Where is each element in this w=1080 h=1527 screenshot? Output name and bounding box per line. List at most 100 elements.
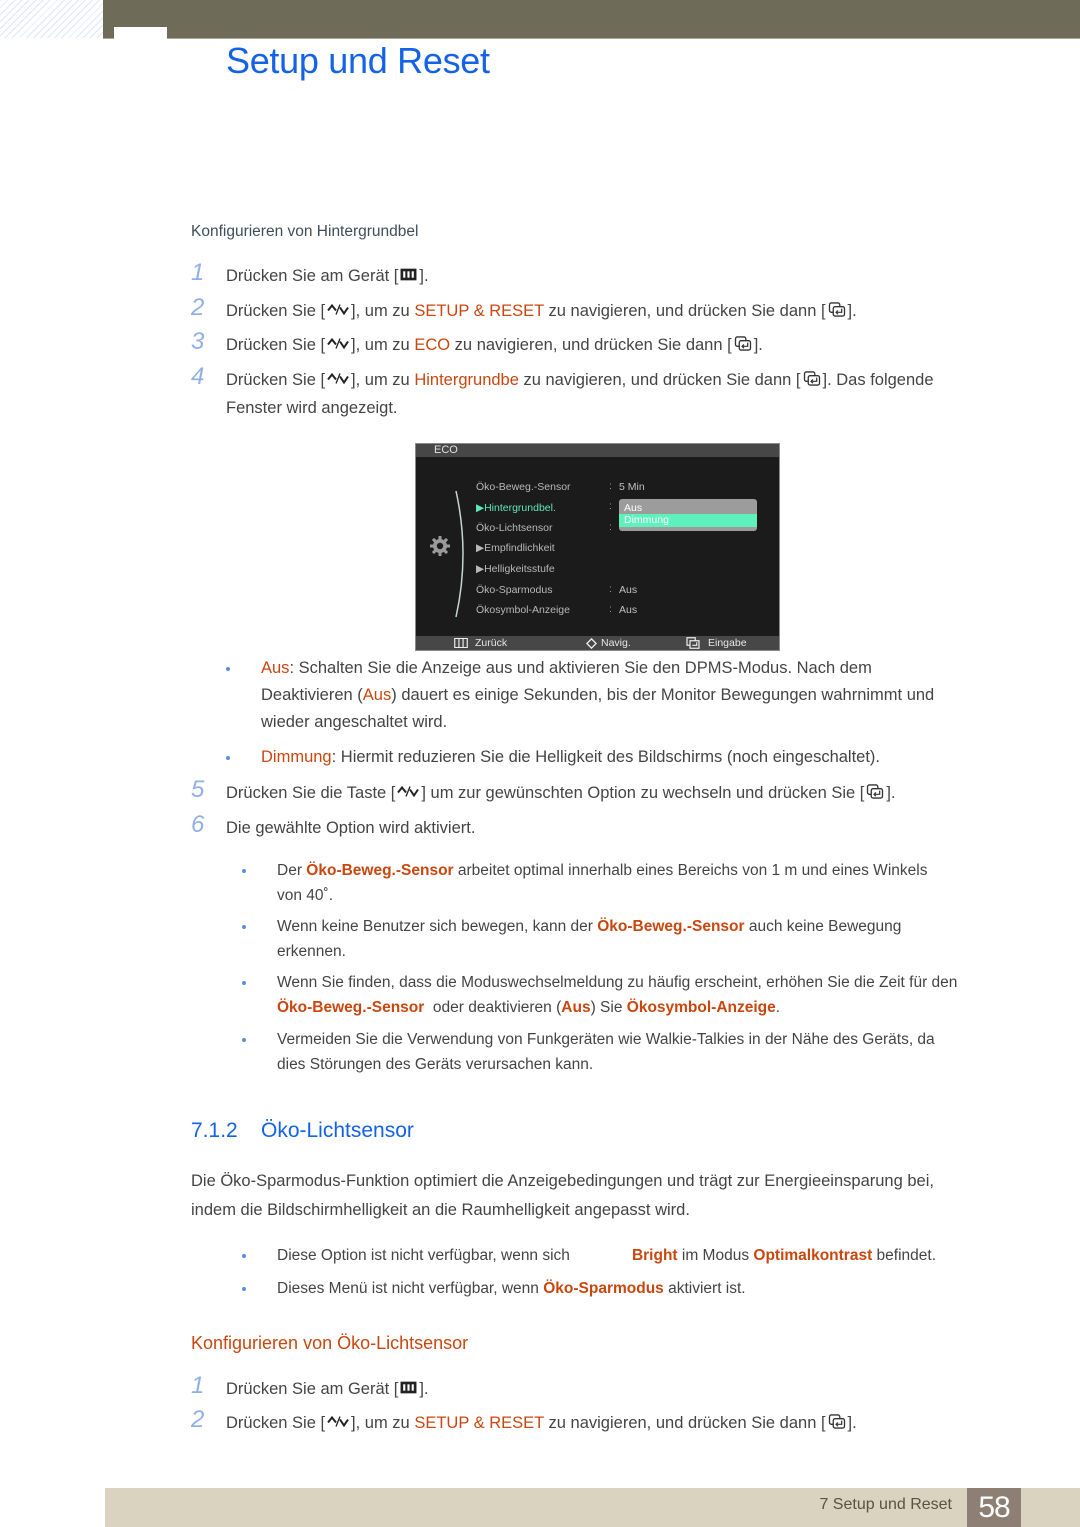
step-text: Drücken Sie die Taste [ bbox=[226, 784, 396, 802]
step-text: Drücken Sie [ bbox=[226, 302, 326, 320]
osd-option-label: Dimmung bbox=[624, 514, 669, 526]
intro-paragraph: Die Öko-Sparmodus-Funktion optimiert die… bbox=[191, 1167, 1011, 1225]
term-aus: Aus bbox=[362, 686, 392, 704]
up-down-key-icon bbox=[327, 302, 349, 317]
osd-gear-icon bbox=[430, 536, 450, 556]
header-tab-marker bbox=[114, 27, 167, 39]
up-down-key-icon bbox=[327, 336, 349, 351]
footer-chapter-label: 7 Setup und Reset bbox=[819, 1496, 952, 1513]
osd-row-hintergrundbel: ▶Hintergrundbel. bbox=[476, 501, 556, 515]
note-text: dies Störungen des Geräts verursachen ka… bbox=[277, 1056, 594, 1073]
paragraph-line: indem die Bildschirmhelligkeit an die Ra… bbox=[191, 1201, 690, 1219]
osd-row-okosymbol-anzeige: Ökosymbol-Anzeige bbox=[476, 603, 570, 617]
osd-row-helligkeitsstufe: ▶Helligkeitsstufe bbox=[476, 562, 555, 576]
section-title: Öko-Lichtsensor bbox=[261, 1119, 414, 1142]
bullet-text: ) dauert es einige Sekunden, bis der Mon… bbox=[391, 686, 935, 704]
step-text: ]. bbox=[886, 784, 896, 802]
bullet-text: wieder angeschaltet wird. bbox=[261, 713, 448, 731]
header-bar bbox=[103, 0, 1080, 39]
step-text: Drücken Sie [ bbox=[226, 371, 326, 389]
section-heading-oko-lichtsensor: 7.1.2 Öko-Lichtsensor bbox=[191, 1119, 414, 1143]
step-text: ] um zur gewünschten Option zu wechseln … bbox=[421, 784, 865, 802]
paragraph-line: Die Öko-Sparmodus-Funktion optimiert die… bbox=[191, 1172, 934, 1190]
subheading-oko-lichtsensor: Konfigurieren von Öko-Lichtsensor bbox=[191, 1333, 469, 1353]
menu-key-icon bbox=[400, 1380, 417, 1395]
bullet-text: : Schalten Sie die Anzeige aus und aktiv… bbox=[289, 659, 872, 677]
chapter-title: Setup und Reset bbox=[226, 40, 490, 81]
step-text: ]. Das folgende bbox=[822, 371, 934, 389]
step-text: zu navigieren, und drücken Sie dann [ bbox=[543, 302, 826, 320]
osd-footer-navig: Navig. bbox=[601, 637, 631, 649]
highlight-eco: ECO bbox=[414, 336, 451, 354]
term-oko-beweg-sensor: Öko-Beweg.-Sensor bbox=[306, 862, 454, 879]
note-text: aktiviert ist. bbox=[663, 1280, 746, 1297]
note-text: Der bbox=[277, 862, 307, 879]
osd-footer-eingabe: Eingabe bbox=[708, 637, 747, 649]
step-text: Drücken Sie am Gerät [ bbox=[226, 1380, 399, 1398]
note-text: ) Sie bbox=[590, 999, 627, 1016]
highlight-setup-reset: SETUP & RESET bbox=[414, 1414, 544, 1432]
bullet-dot-icon bbox=[242, 1254, 246, 1258]
step-number: 6 bbox=[191, 811, 205, 838]
step-text: ]. bbox=[419, 267, 429, 285]
osd-row-label: Helligkeitsstufe bbox=[484, 563, 555, 575]
term-aus: Aus bbox=[261, 659, 290, 677]
step-text: ], um zu bbox=[351, 371, 415, 389]
subheading-hintergrundbel: Konfigurieren von Hintergrundbel bbox=[191, 223, 419, 240]
osd-dropdown: Aus Dimmung bbox=[619, 499, 757, 531]
step-text: zu navigieren, und drücken Sie dann [ bbox=[518, 371, 801, 389]
osd-row-empfindlichkeit: ▶Empfindlichkeit bbox=[476, 541, 555, 555]
osd-title: ECO bbox=[434, 444, 458, 456]
osd-colon: : bbox=[609, 583, 612, 595]
osd-title-bar: ECO bbox=[416, 444, 779, 457]
note-text: im Modus bbox=[677, 1247, 754, 1264]
menu-key-icon bbox=[400, 267, 417, 282]
osd-row-label: Öko-Sparmodus bbox=[476, 584, 553, 596]
osd-row-label: Hintergrundbel. bbox=[484, 502, 556, 514]
enter-key-icon bbox=[734, 336, 752, 351]
step-number: 1 bbox=[191, 259, 205, 286]
osd-row-oko-sparmodus: Öko-Sparmodus bbox=[476, 583, 552, 597]
up-down-key-icon bbox=[327, 1414, 349, 1429]
osd-option-dimmung: Dimmung bbox=[619, 514, 757, 527]
term-oko-sparmodus: Öko-Sparmodus bbox=[543, 1280, 664, 1297]
step-number: 5 bbox=[191, 776, 205, 803]
enter-key-icon bbox=[803, 371, 821, 386]
osd-footer-back: Zurück bbox=[475, 637, 508, 649]
bullet-text: : Hiermit reduzieren Sie die Helligkeit … bbox=[331, 748, 881, 766]
step-text: Drücken Sie am Gerät [ bbox=[226, 267, 399, 285]
osd-row-label: Ökosymbol-Anzeige bbox=[476, 604, 570, 616]
highlight-hintergrundbe: Hintergrundbe bbox=[414, 371, 519, 389]
note-text: Dieses Menü ist nicht verfügbar, wenn bbox=[277, 1280, 544, 1297]
osd-footer-bar: Zurück Navig. Eingabe bbox=[416, 636, 779, 650]
osd-row-oko-beweg-sensor: Öko-Beweg.-Sensor bbox=[476, 480, 571, 494]
step-text: ], um zu bbox=[351, 336, 415, 354]
osd-row-label: Empfindlichkeit bbox=[484, 542, 555, 554]
term-okosymbol-anzeige: Ökosymbol-Anzeige bbox=[626, 999, 776, 1016]
step-text: zu navigieren, und drücken Sie dann [ bbox=[450, 336, 732, 354]
menu-key-icon bbox=[454, 638, 468, 648]
step-number: 3 bbox=[191, 328, 205, 355]
submenu-arrow-icon: ▶ bbox=[476, 542, 485, 554]
term-optimalkontrast: Optimalkontrast bbox=[753, 1247, 873, 1264]
step-number: 4 bbox=[191, 363, 205, 390]
bullet-text: Deaktivieren ( bbox=[261, 686, 363, 704]
bullet-dot-icon bbox=[242, 869, 246, 873]
step-number: 1 bbox=[191, 1372, 205, 1399]
term-bright: Bright bbox=[631, 1247, 678, 1264]
osd-row-label: Öko-Beweg.-Sensor bbox=[476, 481, 571, 493]
bullet-dot-icon bbox=[226, 756, 230, 760]
osd-colon: : bbox=[609, 480, 612, 492]
step-text: Drücken Sie [ bbox=[226, 336, 326, 354]
submenu-arrow-icon: ▶ bbox=[476, 502, 485, 514]
osd-value-aus: Aus bbox=[619, 604, 638, 616]
bullet-dot-icon bbox=[242, 981, 246, 985]
bullet-dot-icon bbox=[242, 1287, 246, 1291]
note-text: . bbox=[775, 999, 781, 1016]
step-text: ]. bbox=[847, 1414, 857, 1432]
step-text: Die gewählte Option wird aktiviert. bbox=[226, 819, 476, 837]
step-number: 2 bbox=[191, 1406, 205, 1433]
step-text: Drücken Sie [ bbox=[226, 1414, 326, 1432]
enter-key-icon bbox=[686, 637, 700, 649]
note-text: oder deaktivieren ( bbox=[424, 999, 562, 1016]
